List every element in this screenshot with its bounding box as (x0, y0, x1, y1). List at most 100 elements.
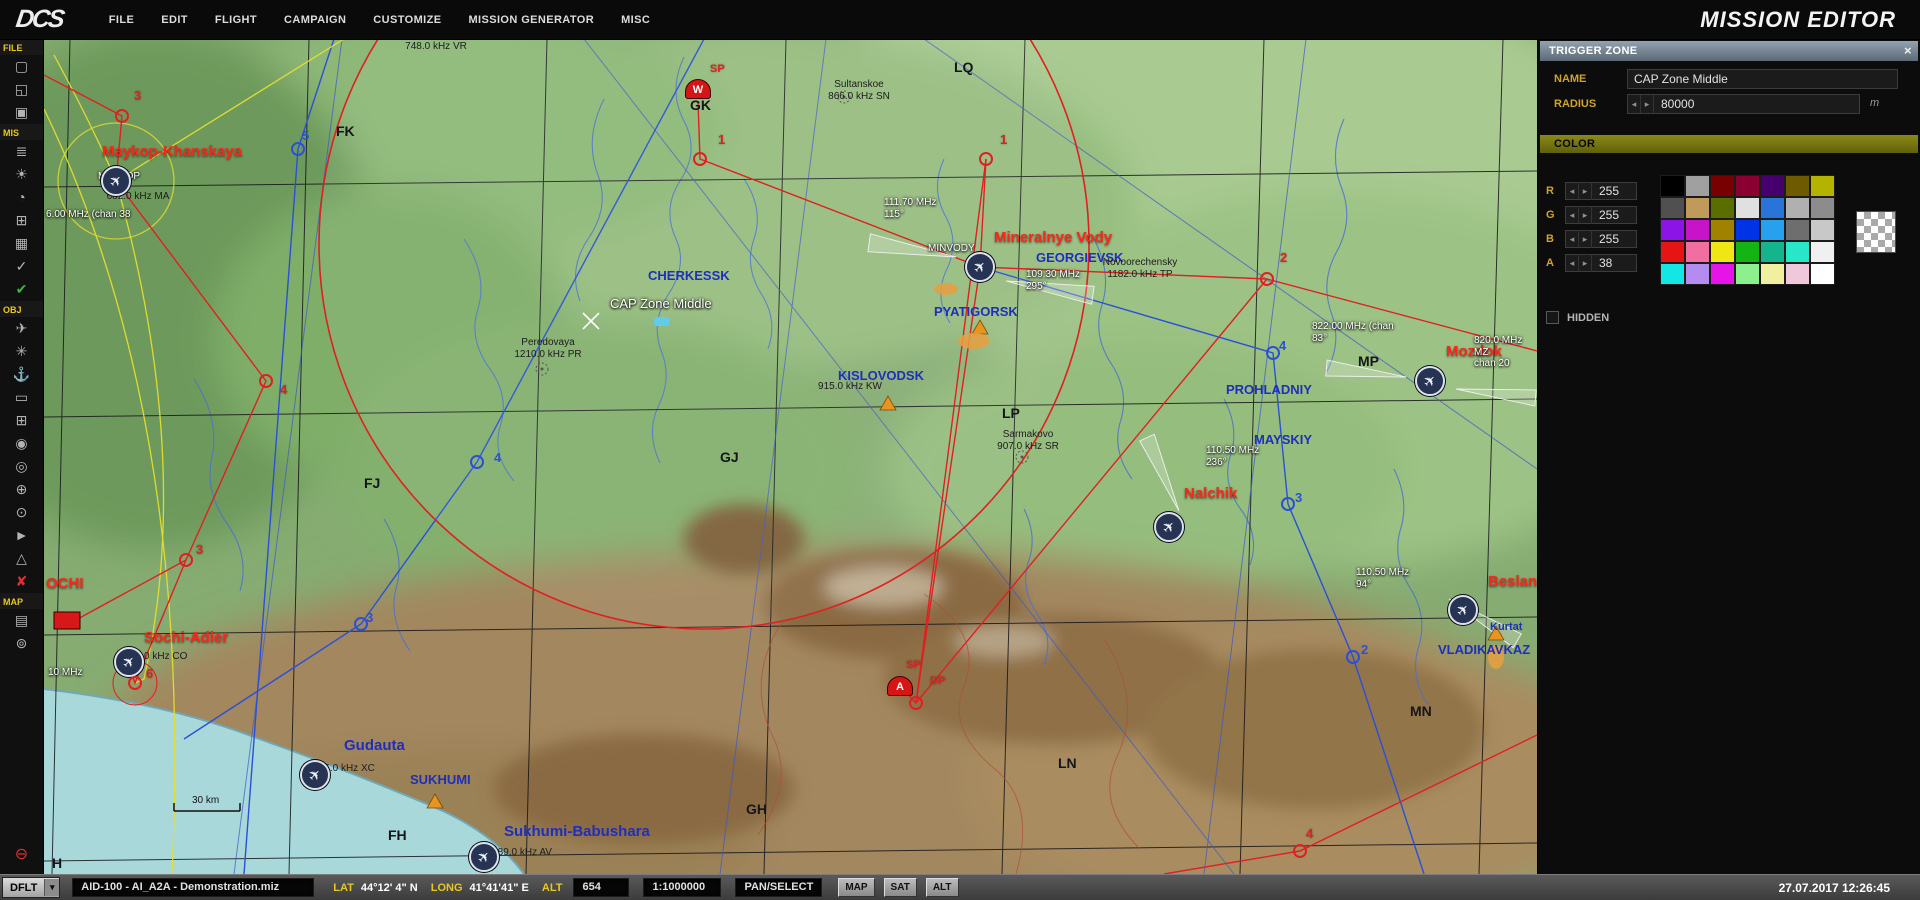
stepper-increment-icon[interactable]: ▸ (1579, 254, 1592, 272)
palette-swatch[interactable] (1810, 175, 1835, 197)
helicopter-group-icon[interactable]: ✳ (0, 340, 43, 363)
menu-mission-generator[interactable]: MISSION GENERATOR (468, 14, 594, 26)
airplane-group-icon[interactable]: ✈ (0, 317, 43, 340)
save-mission-icon[interactable]: ▣ (0, 101, 43, 124)
panel-title-bar[interactable]: TRIGGER ZONE × (1540, 41, 1918, 61)
selected-color-swatch[interactable] (1856, 211, 1896, 253)
menu-campaign[interactable]: CAMPAIGN (284, 14, 346, 26)
palette-swatch[interactable] (1735, 175, 1760, 197)
palette-swatch[interactable] (1785, 219, 1810, 241)
palette-swatch[interactable] (1760, 263, 1785, 285)
start-point-marker[interactable]: A (887, 676, 913, 696)
menu-file[interactable]: FILE (109, 14, 134, 26)
palette-swatch[interactable] (1785, 197, 1810, 219)
palette-swatch[interactable] (1710, 175, 1735, 197)
open-mission-icon[interactable]: ◱ (0, 78, 43, 101)
measure-icon[interactable]: ⊚ (0, 632, 43, 655)
close-icon[interactable]: × (1904, 41, 1912, 61)
palette-swatch[interactable] (1685, 219, 1710, 241)
map-canvas[interactable]: Maykop-KhanskayaOCHISochi-AdlerMineralny… (44, 39, 1537, 874)
waypoint-marker[interactable] (259, 374, 273, 388)
channel-stepper[interactable]: ◂▸255 (1565, 182, 1637, 200)
palette-swatch[interactable] (1785, 241, 1810, 263)
stepper-increment-icon[interactable]: ▸ (1641, 95, 1654, 113)
waypoint-marker[interactable] (1260, 272, 1274, 286)
static-object-icon[interactable]: ⊞ (0, 409, 43, 432)
palette-swatch[interactable] (1710, 197, 1735, 219)
stepper-decrement-icon[interactable]: ◂ (1628, 95, 1641, 113)
palette-swatch[interactable] (1660, 197, 1685, 219)
mouse-mode[interactable]: PAN/SELECT (735, 878, 822, 897)
palette-swatch[interactable] (1760, 241, 1785, 263)
erase-route-icon[interactable]: ⊖ (0, 843, 43, 866)
zone-icon[interactable]: ◎ (0, 455, 43, 478)
waypoint-marker[interactable] (115, 109, 129, 123)
stepper-increment-icon[interactable]: ▸ (1579, 182, 1592, 200)
waypoint-marker[interactable] (1281, 497, 1295, 511)
waypoint-marker[interactable] (909, 696, 923, 710)
waypoint-marker[interactable] (354, 617, 368, 631)
template-icon[interactable]: ◉ (0, 432, 43, 455)
channel-stepper[interactable]: ◂▸38 (1565, 254, 1637, 272)
channel-stepper[interactable]: ◂▸255 (1565, 230, 1637, 248)
time-icon[interactable]: ◔ (0, 186, 43, 209)
palette-swatch[interactable] (1660, 263, 1685, 285)
new-mission-icon[interactable]: ▢ (0, 55, 43, 78)
palette-swatch[interactable] (1810, 241, 1835, 263)
waypoint-marker[interactable] (1346, 650, 1360, 664)
briefing-icon[interactable]: ≣ (0, 140, 43, 163)
stepper-decrement-icon[interactable]: ◂ (1566, 182, 1579, 200)
stepper-increment-icon[interactable]: ▸ (1579, 230, 1592, 248)
palette-swatch[interactable] (1785, 263, 1810, 285)
layer-button-alt[interactable]: ALT (926, 878, 959, 897)
palette-swatch[interactable] (1760, 197, 1785, 219)
palette-swatch[interactable] (1760, 219, 1785, 241)
airport-icon-mineralnye-vody[interactable]: ✈ (965, 252, 995, 282)
vehicle-group-icon[interactable]: ▭ (0, 386, 43, 409)
airport-icon-sukhumi-babushara[interactable]: ✈ (469, 842, 499, 872)
waypoint-marker[interactable] (1293, 844, 1307, 858)
palette-swatch[interactable] (1810, 197, 1835, 219)
map-layer-icon[interactable]: ▤ (0, 609, 43, 632)
menu-misc[interactable]: MISC (621, 14, 650, 26)
waypoint-marker[interactable] (179, 553, 193, 567)
channel-stepper[interactable]: ◂▸255 (1565, 206, 1637, 224)
palette-swatch[interactable] (1735, 219, 1760, 241)
ship-group-icon[interactable]: ⚓ (0, 363, 43, 386)
delete-icon[interactable]: ✘ (0, 570, 43, 593)
palette-swatch[interactable] (1785, 175, 1810, 197)
options-icon[interactable]: ⊞ (0, 209, 43, 232)
palette-swatch[interactable] (1810, 219, 1835, 241)
zone-name-input[interactable] (1627, 69, 1898, 89)
palette-swatch[interactable] (1760, 175, 1785, 197)
map-scale[interactable]: 1:1000000 (643, 878, 721, 897)
stepper-decrement-icon[interactable]: ◂ (1566, 206, 1579, 224)
airport-icon-nalchik[interactable]: ✈ (1154, 512, 1184, 542)
palette-swatch[interactable] (1660, 175, 1685, 197)
palette-swatch[interactable] (1810, 263, 1835, 285)
palette-swatch[interactable] (1685, 241, 1710, 263)
palette-swatch[interactable] (1710, 241, 1735, 263)
farp-icon[interactable]: ⊙ (0, 501, 43, 524)
stepper-decrement-icon[interactable]: ◂ (1566, 230, 1579, 248)
menu-customize[interactable]: CUSTOMIZE (373, 14, 441, 26)
palette-swatch[interactable] (1735, 263, 1760, 285)
waypoint-marker[interactable] (291, 142, 305, 156)
airport-icon-maykop-khanskaya[interactable]: ✈ (101, 166, 131, 196)
palette-swatch[interactable] (1735, 241, 1760, 263)
menu-flight[interactable]: FLIGHT (215, 14, 257, 26)
start-point-marker[interactable]: W (685, 79, 711, 99)
airport-icon-sochi-adler[interactable]: ✈ (114, 647, 144, 677)
airport-icon-beslan[interactable]: ✈ (1448, 595, 1478, 625)
radius-stepper[interactable]: ◂ ▸ 80000 (1627, 94, 1860, 114)
goals-icon[interactable]: ✓ (0, 255, 43, 278)
waypoint-marker[interactable] (128, 676, 142, 690)
waypoint-marker[interactable] (979, 152, 993, 166)
palette-swatch[interactable] (1685, 175, 1710, 197)
hidden-checkbox[interactable] (1546, 311, 1559, 324)
bullseye-icon[interactable]: ⊕ (0, 478, 43, 501)
palette-swatch[interactable] (1660, 241, 1685, 263)
waypoint-marker[interactable] (1266, 346, 1280, 360)
waypoint-marker[interactable] (693, 152, 707, 166)
waypoint-marker[interactable] (470, 455, 484, 469)
